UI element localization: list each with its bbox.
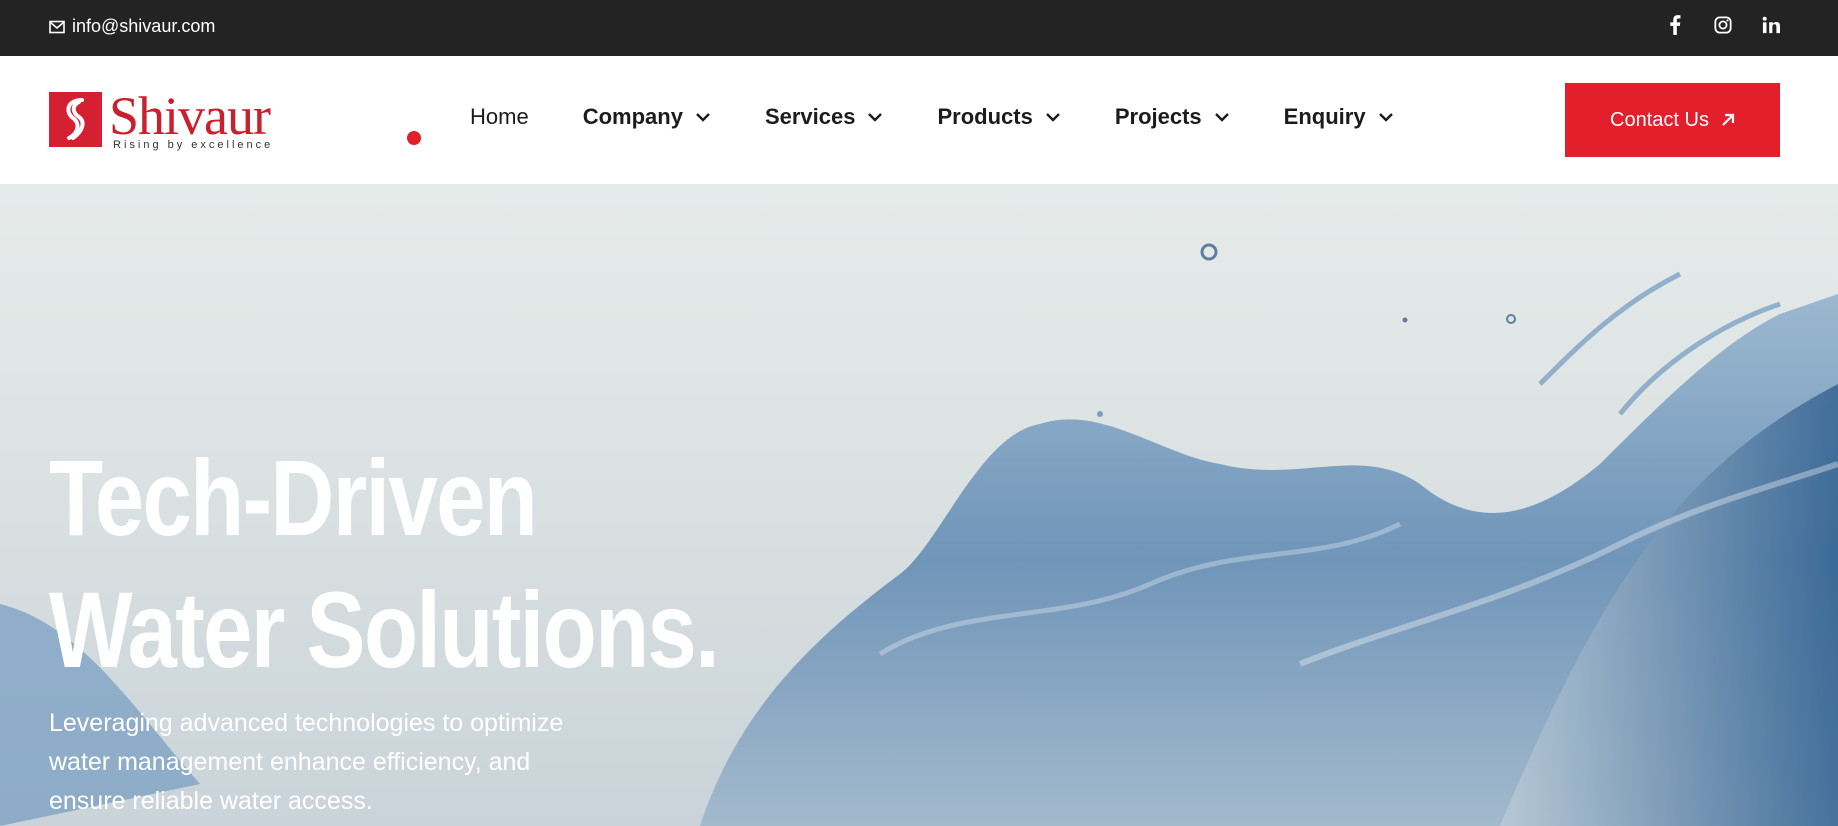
logo[interactable]: Shivaur Rising by excellence: [49, 86, 299, 152]
email-link[interactable]: info@shivaur.com: [49, 16, 215, 37]
instagram-icon[interactable]: [1712, 14, 1734, 36]
decorative-dot: [407, 131, 421, 145]
nav-item-label: Products: [937, 104, 1033, 129]
chevron-down-icon: [1214, 113, 1229, 122]
nav-item-label: Company: [582, 104, 683, 129]
logo-tagline: Rising by excellence: [113, 139, 274, 151]
hero-subtitle: Leveraging advanced technologies to opti…: [49, 709, 564, 815]
chevron-down-icon: [696, 113, 710, 122]
nav-item-products[interactable]: Products: [937, 104, 1060, 130]
social-links: [1664, 14, 1782, 36]
hero-title: Tech-Driven Water Solutions.: [49, 432, 720, 696]
nav-item-projects[interactable]: Projects: [1115, 104, 1230, 130]
logo-mark-icon: [49, 92, 102, 147]
nav-item-enquiry[interactable]: Enquiry: [1284, 104, 1394, 130]
linkedin-icon[interactable]: [1760, 14, 1782, 36]
nav-item-label: Home: [470, 104, 529, 129]
hero-title-line2: Water Solutions.: [49, 569, 720, 690]
chevron-down-icon: [1378, 113, 1393, 122]
email-text: info@shivaur.com: [72, 16, 216, 36]
hero-title-line1: Tech-Driven: [49, 437, 538, 558]
envelope-icon: [49, 20, 65, 33]
chevron-down-icon: [868, 113, 883, 122]
main-header: Shivaur Rising by excellence Home Compan…: [0, 56, 1838, 184]
nav-item-label: Projects: [1114, 104, 1202, 129]
nav-item-company[interactable]: Company: [583, 104, 711, 130]
nav-item-services[interactable]: Services: [765, 104, 884, 130]
chevron-down-icon: [1045, 113, 1060, 122]
top-bar: info@shivaur.com: [0, 0, 1838, 56]
arrow-up-right-icon: [1722, 113, 1735, 126]
nav-item-label: Services: [764, 104, 856, 129]
contact-us-button[interactable]: Contact Us: [1565, 83, 1780, 157]
nav-item-label: Enquiry: [1283, 104, 1366, 129]
main-nav: Home Company Services Products Projects …: [470, 104, 1448, 130]
contact-us-label: Contact Us: [1610, 108, 1709, 131]
logo-name: Shivaur: [109, 86, 271, 146]
hero-section: Tech-Driven Water Solutions. Leveraging …: [0, 184, 1838, 826]
facebook-icon[interactable]: [1664, 14, 1686, 36]
nav-item-home[interactable]: Home: [470, 104, 529, 130]
